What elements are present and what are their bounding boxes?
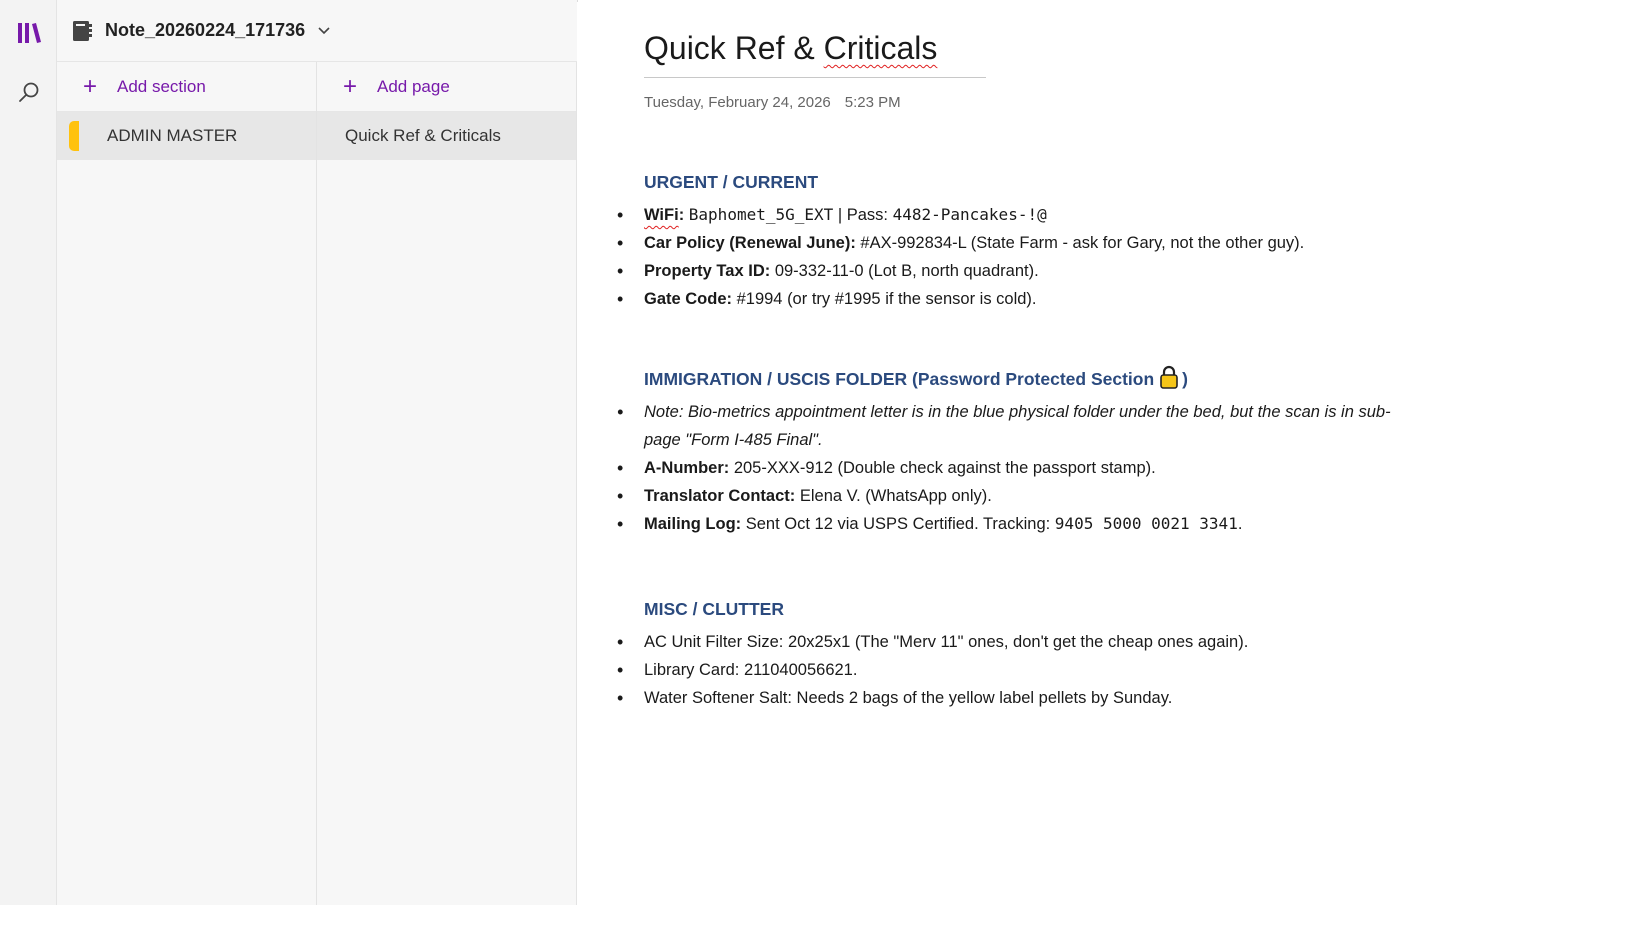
- heading-immigration-part2: Password Protected Section: [917, 369, 1155, 389]
- section-item-label: ADMIN MASTER: [107, 126, 238, 145]
- anumber-value: 205-XXX-912 (Double check against the pa…: [729, 459, 1156, 477]
- tax-value: 09-332-11-0 (Lot B, north quadrant).: [770, 262, 1039, 280]
- mailing-tracking: 9405 5000 0021 3341: [1054, 514, 1238, 533]
- list-misc: AC Unit Filter Size: 20x25x1 (The "Merv …: [617, 628, 1544, 712]
- section-color-tab: [69, 121, 79, 151]
- add-section-label: Add section: [117, 76, 206, 96]
- pages-pane: + Add page Quick Ref & Criticals: [317, 62, 577, 905]
- gate-value: #1994 (or try #1995 if the sensor is col…: [732, 290, 1037, 308]
- list-item-mailing: Mailing Log: Sent Oct 12 via USPS Certif…: [617, 510, 1544, 538]
- gate-label: Gate Code:: [644, 290, 733, 308]
- add-page-button[interactable]: + Add page: [317, 62, 576, 112]
- notebooks-button[interactable]: [0, 8, 57, 58]
- add-page-label: Add page: [377, 76, 450, 96]
- app-rail: [0, 0, 57, 905]
- section-item-admin-master[interactable]: ADMIN MASTER: [57, 112, 316, 160]
- list-item-tax: Property Tax ID: 09-332-11-0 (Lot B, nor…: [617, 257, 1544, 285]
- heading-misc: MISC / CLUTTER: [644, 599, 784, 619]
- sections-pane: + Add section ADMIN MASTER: [57, 62, 317, 905]
- wifi-ssid: Baphomet_5G_EXT: [688, 205, 834, 224]
- translator-value: Elena V. (WhatsApp only).: [795, 487, 992, 505]
- list-immigration: Note: Bio-metrics appointment letter is …: [617, 398, 1544, 538]
- notebook-icon: [73, 20, 92, 41]
- notebook-dropdown[interactable]: [317, 26, 331, 36]
- outline-misc[interactable]: MISC / CLUTTER AC Unit Filter Size: 20x2…: [617, 599, 1544, 712]
- lock-icon: [1160, 365, 1178, 389]
- note-line1: Note: Bio-metrics appointment letter is …: [644, 403, 1391, 421]
- page-item-label: Quick Ref & Criticals: [345, 126, 501, 145]
- wifi-label: WiFi: [644, 206, 679, 224]
- heading-immigration-part3: ): [1182, 369, 1188, 389]
- plus-icon: +: [83, 72, 98, 100]
- mailing-label: Mailing Log:: [644, 515, 742, 533]
- heading-immigration: IMMIGRATION / USCIS FOLDER (Password Pro…: [644, 365, 1544, 390]
- note-line2: page "Form I-485 Final".: [644, 431, 823, 449]
- page-date: Tuesday, February 24, 2026: [644, 94, 831, 111]
- list-item-ac-filter: AC Unit Filter Size: 20x25x1 (The "Merv …: [617, 628, 1544, 656]
- list-item-wifi: WiFi: Baphomet_5G_EXT | Pass: 4482-Panca…: [617, 201, 1544, 229]
- mailing-end: .: [1237, 515, 1243, 533]
- chevron-down-icon: [318, 26, 330, 34]
- search-icon: [18, 82, 38, 102]
- page-time: 5:23 PM: [844, 94, 901, 111]
- list-item-anumber: A-Number: 205-XXX-912 (Double check agai…: [617, 454, 1544, 482]
- list-item-gate: Gate Code: #1994 (or try #1995 if the se…: [617, 285, 1544, 313]
- library-icon: [17, 23, 41, 43]
- page-title[interactable]: Quick Ref & Criticals: [644, 30, 937, 67]
- outline-immigration[interactable]: IMMIGRATION / USCIS FOLDER (Password Pro…: [617, 365, 1544, 538]
- page-title-text: Quick Ref &: [644, 30, 824, 66]
- page-item-quick-ref[interactable]: Quick Ref & Criticals: [317, 112, 576, 160]
- page-timestamp: Tuesday, February 24, 2026 5:23 PM: [644, 94, 901, 111]
- page-canvas[interactable]: Quick Ref & Criticals Tuesday, February …: [578, 0, 1650, 905]
- outline-urgent[interactable]: URGENT / CURRENT WiFi: Baphomet_5G_EXT |…: [617, 172, 1544, 313]
- tax-label: Property Tax ID:: [644, 262, 771, 280]
- list-item-car: Car Policy (Renewal June): #AX-992834-L …: [617, 229, 1544, 257]
- notebook-header: Note_20260224_171736: [57, 0, 577, 62]
- title-underline: [644, 77, 986, 78]
- add-section-button[interactable]: + Add section: [57, 62, 316, 112]
- page-title-misspelled: Criticals: [823, 30, 938, 66]
- mailing-value: Sent Oct 12 via USPS Certified. Tracking…: [741, 515, 1055, 533]
- car-value: #AX-992834-L (State Farm - ask for Gary,…: [855, 234, 1305, 252]
- heading-immigration-part1: IMMIGRATION / USCIS FOLDER (: [644, 369, 918, 389]
- wifi-pass: 4482-Pancakes-!@: [892, 205, 1047, 224]
- list-item-note: Note: Bio-metrics appointment letter is …: [617, 398, 1544, 454]
- wifi-colon: :: [678, 206, 685, 224]
- list-item-library-card: Library Card: 211040056621.: [617, 656, 1544, 684]
- plus-icon: +: [343, 72, 358, 100]
- notebook-title[interactable]: Note_20260224_171736: [105, 20, 305, 41]
- translator-label: Translator Contact:: [644, 487, 796, 505]
- car-label: Car Policy (Renewal June):: [644, 234, 856, 252]
- list-urgent: WiFi: Baphomet_5G_EXT | Pass: 4482-Panca…: [617, 201, 1544, 313]
- anumber-label: A-Number:: [644, 459, 730, 477]
- wifi-sep: | Pass:: [833, 206, 893, 224]
- list-item-water-softener: Water Softener Salt: Needs 2 bags of the…: [617, 684, 1544, 712]
- search-button[interactable]: [0, 67, 57, 117]
- list-item-translator: Translator Contact: Elena V. (WhatsApp o…: [617, 482, 1544, 510]
- heading-urgent: URGENT / CURRENT: [644, 172, 819, 192]
